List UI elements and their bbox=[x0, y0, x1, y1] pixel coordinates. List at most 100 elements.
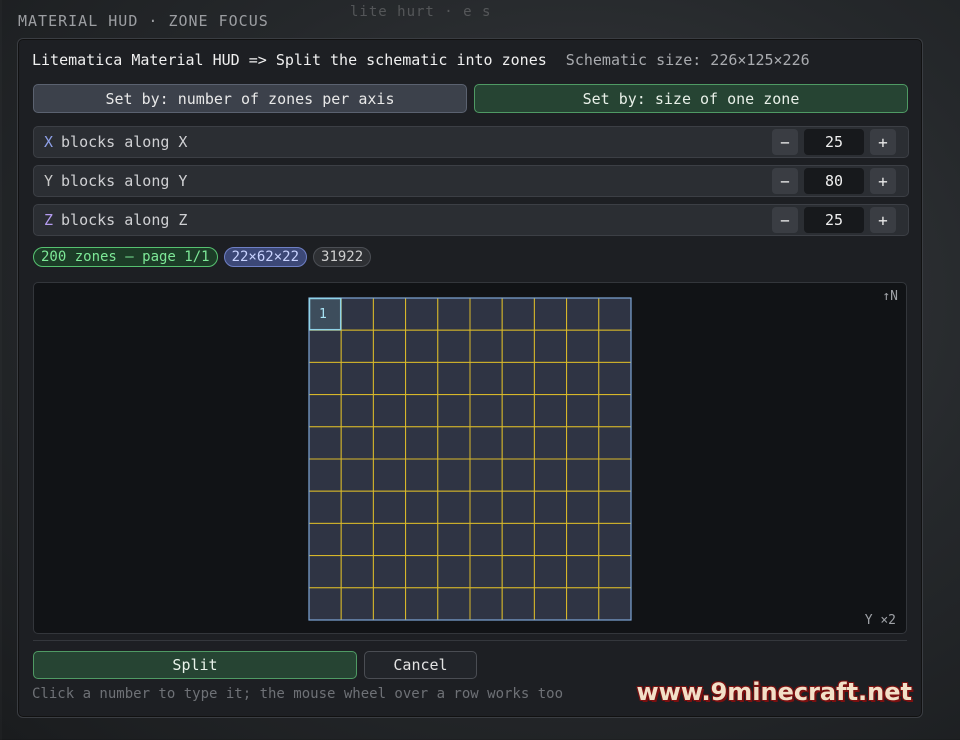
zone-cell[interactable] bbox=[501, 587, 535, 621]
zone-cell[interactable] bbox=[405, 394, 439, 428]
zone-cell[interactable] bbox=[566, 490, 600, 524]
zone-cell[interactable] bbox=[533, 297, 568, 331]
zone-cell[interactable] bbox=[533, 587, 568, 621]
zone-cell[interactable] bbox=[405, 522, 439, 557]
zone-grid[interactable]: 1 bbox=[308, 297, 632, 621]
zone-cell[interactable] bbox=[405, 426, 439, 460]
zone-cell[interactable] bbox=[501, 394, 535, 428]
zone-cell[interactable] bbox=[501, 426, 535, 460]
zone-cell[interactable] bbox=[405, 555, 439, 589]
zone-map[interactable]: ↑N 1 Y ×2 bbox=[33, 282, 907, 634]
zone-cell[interactable] bbox=[308, 361, 342, 396]
zone-cell[interactable] bbox=[598, 555, 632, 589]
zone-cell[interactable] bbox=[372, 522, 407, 557]
zone-cell[interactable] bbox=[340, 297, 374, 331]
zone-cell[interactable] bbox=[469, 522, 503, 557]
zone-cell[interactable] bbox=[469, 394, 503, 428]
zone-cell[interactable] bbox=[437, 394, 471, 428]
decrement-z-button[interactable]: − bbox=[772, 207, 798, 233]
zone-cell[interactable] bbox=[566, 555, 600, 589]
zone-cell[interactable] bbox=[566, 522, 600, 557]
zone-cell[interactable] bbox=[533, 555, 568, 589]
zone-cell[interactable] bbox=[405, 587, 439, 621]
split-button[interactable]: Split bbox=[33, 651, 357, 679]
zone-cell[interactable] bbox=[437, 426, 471, 460]
zone-cell[interactable] bbox=[340, 426, 374, 460]
zone-cell[interactable] bbox=[372, 394, 407, 428]
zone-cell[interactable] bbox=[405, 458, 439, 492]
zone-cell[interactable] bbox=[566, 361, 600, 396]
zone-cell[interactable] bbox=[372, 458, 407, 492]
zone-cell[interactable] bbox=[308, 394, 342, 428]
zone-cell[interactable] bbox=[340, 329, 374, 363]
zone-cell[interactable] bbox=[469, 361, 503, 396]
zone-cell[interactable] bbox=[598, 587, 632, 621]
zone-cell[interactable] bbox=[340, 522, 374, 557]
zone-cell[interactable] bbox=[437, 587, 471, 621]
zone-cell[interactable] bbox=[533, 522, 568, 557]
zone-cell[interactable] bbox=[566, 394, 600, 428]
zone-cell[interactable] bbox=[469, 587, 503, 621]
zone-cell[interactable] bbox=[308, 458, 342, 492]
axis-row-y[interactable]: Yblocks along Y − 80 + bbox=[33, 165, 909, 197]
mode-zone-size-button[interactable]: Set by: size of one zone bbox=[474, 84, 908, 113]
zone-cell[interactable] bbox=[372, 329, 407, 363]
zone-cell[interactable] bbox=[437, 458, 471, 492]
increment-x-button[interactable]: + bbox=[870, 129, 896, 155]
zone-count-chip[interactable]: 200 zones — page 1/1 bbox=[33, 247, 218, 267]
zone-cell[interactable] bbox=[469, 297, 503, 331]
zone-cell[interactable] bbox=[501, 522, 535, 557]
zone-cell[interactable] bbox=[598, 297, 632, 331]
zone-cell[interactable] bbox=[340, 394, 374, 428]
zone-cell[interactable] bbox=[340, 361, 374, 396]
axis-row-z[interactable]: Zblocks along Z − 25 + bbox=[33, 204, 909, 236]
zone-cell[interactable] bbox=[533, 458, 568, 492]
zone-cell[interactable] bbox=[405, 361, 439, 396]
zone-cell[interactable] bbox=[437, 361, 471, 396]
zone-cell[interactable] bbox=[501, 329, 535, 363]
zone-cell[interactable] bbox=[469, 490, 503, 524]
zone-cell[interactable] bbox=[533, 426, 568, 460]
zone-cell[interactable] bbox=[501, 361, 535, 396]
value-x-field[interactable]: 25 bbox=[804, 129, 864, 155]
zone-cell[interactable] bbox=[469, 426, 503, 460]
zone-cell[interactable] bbox=[405, 297, 439, 331]
zone-cell[interactable] bbox=[372, 361, 407, 396]
value-z-field[interactable]: 25 bbox=[804, 207, 864, 233]
zone-cell[interactable] bbox=[340, 587, 374, 621]
block-count-chip[interactable]: 31922 bbox=[313, 247, 372, 267]
zone-cell[interactable] bbox=[598, 394, 632, 428]
zone-cell[interactable] bbox=[566, 587, 600, 621]
zone-cell[interactable] bbox=[566, 297, 600, 331]
zone-cell[interactable] bbox=[308, 555, 342, 589]
zone-cell[interactable] bbox=[598, 329, 632, 363]
value-y-field[interactable]: 80 bbox=[804, 168, 864, 194]
zone-cell[interactable] bbox=[501, 490, 535, 524]
zone-cell[interactable] bbox=[469, 458, 503, 492]
zone-cell[interactable] bbox=[566, 426, 600, 460]
zone-cell[interactable] bbox=[340, 458, 374, 492]
zone-cell[interactable] bbox=[308, 329, 342, 363]
decrement-x-button[interactable]: − bbox=[772, 129, 798, 155]
zone-cell[interactable] bbox=[598, 458, 632, 492]
zone-cell[interactable] bbox=[469, 329, 503, 363]
zone-cell[interactable] bbox=[340, 555, 374, 589]
zone-cell[interactable] bbox=[501, 297, 535, 331]
zone-cell[interactable] bbox=[372, 555, 407, 589]
cancel-button[interactable]: Cancel bbox=[364, 651, 477, 679]
zone-cell[interactable] bbox=[437, 555, 471, 589]
zone-cell[interactable] bbox=[566, 458, 600, 492]
zone-cell[interactable] bbox=[533, 394, 568, 428]
zone-cell[interactable] bbox=[405, 490, 439, 524]
zone-cell[interactable] bbox=[437, 490, 471, 524]
zone-cell[interactable] bbox=[308, 587, 342, 621]
zone-dimensions-chip[interactable]: 22×62×22 bbox=[223, 247, 308, 267]
zone-cell[interactable] bbox=[437, 297, 471, 331]
zone-cell[interactable] bbox=[533, 329, 568, 363]
zone-cell[interactable] bbox=[533, 490, 568, 524]
zone-cell[interactable] bbox=[372, 426, 407, 460]
zone-cell[interactable] bbox=[598, 426, 632, 460]
decrement-y-button[interactable]: − bbox=[772, 168, 798, 194]
increment-y-button[interactable]: + bbox=[870, 168, 896, 194]
axis-row-x[interactable]: Xblocks along X − 25 + bbox=[33, 126, 909, 158]
